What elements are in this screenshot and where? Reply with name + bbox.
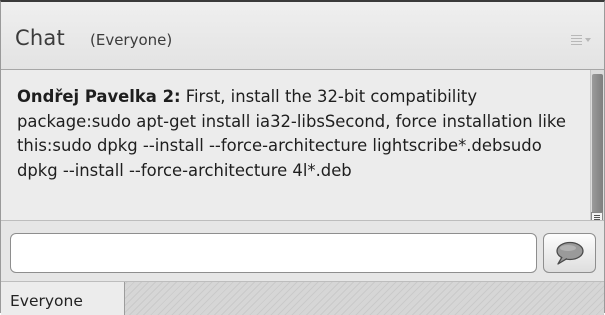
chat-message: Ondřej Pavelka 2: First, install the 32-… — [17, 85, 578, 183]
chat-header: Chat (Everyone) — [1, 2, 604, 70]
message-sender: Ondřej Pavelka 2: — [17, 87, 181, 106]
chat-audience-label: (Everyone) — [90, 31, 173, 49]
message-composer — [1, 220, 604, 282]
speech-bubble-icon — [555, 241, 584, 265]
audience-tab-bar: Everyone — [1, 282, 604, 315]
send-message-button[interactable] — [543, 233, 596, 273]
scrollbar-thumb[interactable] — [592, 74, 603, 218]
tab-everyone[interactable]: Everyone — [1, 282, 125, 315]
message-list: Ondřej Pavelka 2: First, install the 32-… — [1, 70, 590, 220]
chat-title: Chat — [15, 26, 65, 50]
options-menu-icon[interactable] — [571, 34, 591, 46]
chat-message-input[interactable] — [10, 233, 537, 273]
chat-pod: Chat (Everyone) Ondřej Pavelka 2: First,… — [0, 0, 605, 315]
message-scrollbar[interactable] — [590, 70, 604, 220]
